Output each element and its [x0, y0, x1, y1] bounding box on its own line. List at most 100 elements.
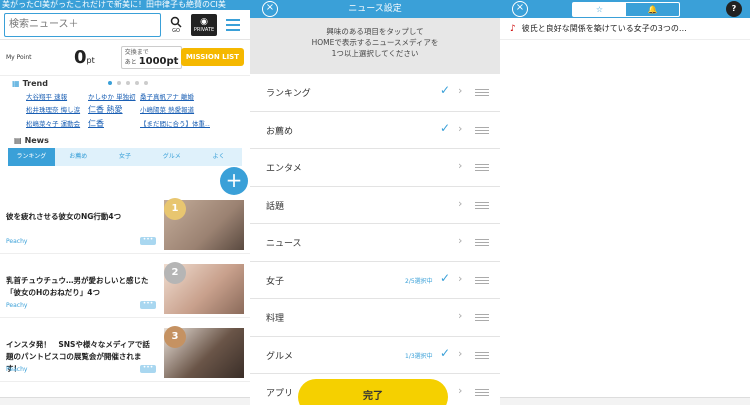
settings-title: ニュース設定	[348, 4, 402, 14]
exchange-info: 交換まで あと 1000pt	[120, 46, 183, 69]
trend-item[interactable]: かしゆか 単独初	[88, 91, 136, 101]
drag-handle-icon[interactable]	[475, 276, 489, 286]
saved-footer	[500, 397, 750, 405]
trend-header: ▦ Trend	[0, 76, 250, 90]
article-title: インスタ発！ SNSや様々なメディアで話題のパントビスコの展覧会が開催されます！	[6, 340, 150, 373]
article-item[interactable]: 彼を疲れさせる彼女のNG行動4つ Peachy ••• 1	[0, 196, 250, 254]
trend-item[interactable]: 仁香	[88, 118, 136, 129]
settings-header: × ニュース設定	[250, 0, 500, 18]
saved-header: × ☆ 🔔 ?	[500, 0, 750, 18]
drag-handle-icon[interactable]	[475, 164, 489, 173]
rank-badge: 2	[164, 262, 186, 284]
check-icon: ✓	[440, 83, 451, 97]
tab-gourmet[interactable]: グルメ	[148, 148, 195, 166]
selection-count: 1/3選択中	[405, 352, 433, 360]
drag-handle-icon[interactable]	[475, 314, 489, 323]
bookmark-icon: ♪	[510, 23, 516, 34]
trend-pager-dots[interactable]	[107, 81, 148, 85]
trend-item[interactable]: 仁香 熱愛	[88, 104, 136, 115]
chevron-right-icon[interactable]: ›	[458, 159, 462, 172]
notifications-tab[interactable]: 🔔	[626, 3, 679, 16]
article-item[interactable]: 乳首チュウチュウ…男が愛おしいと感じた「彼女のHのおねだり」4つ Peachy …	[0, 260, 250, 318]
chevron-right-icon[interactable]: ›	[458, 347, 462, 360]
check-icon: ✓	[440, 270, 451, 285]
news-home-panel: 美がったCI美がったこれだけで新美に！田中律子も絶賛のCI美 GO ◉ PRIV…	[0, 0, 250, 405]
news-settings-panel: × ニュース設定 興味のある項目をタップして HOMEで表示するニュースメディア…	[250, 0, 500, 405]
search-icon	[170, 16, 182, 28]
settings-item[interactable]: 話題 ›	[250, 186, 500, 224]
trend-item[interactable]: 桑子真帆アナ 離婚	[140, 91, 210, 101]
drag-handle-icon[interactable]	[475, 351, 489, 361]
chevron-right-icon[interactable]: ›	[458, 234, 462, 247]
chevron-right-icon[interactable]: ›	[458, 84, 462, 97]
trend-item[interactable]: 大谷翔平 速報	[26, 91, 84, 101]
bottom-nav[interactable]	[0, 397, 250, 405]
private-button[interactable]: ◉ PRIVATE	[191, 13, 217, 36]
chevron-right-icon[interactable]: ›	[458, 272, 462, 285]
article-more-button[interactable]: •••	[140, 237, 156, 245]
drag-handle-icon[interactable]	[475, 126, 489, 136]
settings-item[interactable]: グルメ 1/3選択中 ✓ ›	[250, 336, 500, 374]
search-bar: GO ◉ PRIVATE	[0, 10, 250, 40]
settings-item-label: 女子	[266, 276, 285, 287]
help-icon[interactable]: ?	[726, 1, 742, 17]
trend-item[interactable]: 松井珠理奈 悔し涙	[26, 104, 84, 115]
search-input[interactable]	[4, 12, 161, 37]
settings-item-label: グルメ	[266, 351, 294, 362]
chevron-right-icon[interactable]: ›	[458, 384, 462, 397]
settings-item-label: 話題	[266, 201, 285, 212]
done-button[interactable]: 完了	[298, 379, 448, 405]
my-point-label: My Point	[6, 53, 32, 61]
saved-article-title: 彼氏と良好な関係を築けている女子の3つの…	[521, 24, 687, 33]
article-item[interactable]: インスタ発！ SNSや様々なメディアで話題のパントビスコの展覧会が開催されます！…	[0, 324, 250, 382]
trend-item[interactable]: 小嶋陽菜 熱愛報道	[140, 104, 210, 115]
saved-article-item[interactable]: ♪ 彼氏と良好な関係を築けている女子の3つの…	[500, 18, 750, 40]
settings-item-label: ニュース	[266, 239, 302, 249]
close-icon[interactable]: ×	[262, 1, 278, 17]
settings-item-label: ランキング	[266, 89, 311, 99]
trend-icon: ▦	[12, 78, 20, 88]
settings-item[interactable]: エンタメ ›	[250, 149, 500, 187]
chevron-right-icon[interactable]: ›	[458, 197, 462, 210]
category-tabs: ランキング お薦め 女子 グルメ よく	[8, 148, 242, 166]
headline-ticker[interactable]: 美がったCI美がったこれだけで新美に！田中律子も絶賛のCI美	[0, 0, 250, 10]
settings-item[interactable]: お薦め ✓ ›	[250, 111, 500, 149]
chevron-right-icon[interactable]: ›	[458, 309, 462, 322]
settings-item[interactable]: ランキング ✓ ›	[250, 74, 500, 112]
settings-item-label: お薦め	[266, 126, 294, 137]
tab-recommended[interactable]: お薦め	[55, 148, 102, 166]
settings-item[interactable]: 女子 2/5選択中 ✓ ›	[250, 261, 500, 299]
close-icon[interactable]: ×	[512, 1, 528, 17]
tab-more[interactable]: よく	[195, 148, 242, 166]
add-tab-button[interactable]: +	[220, 167, 248, 195]
chevron-right-icon[interactable]: ›	[458, 122, 462, 135]
menu-icon[interactable]	[221, 18, 245, 31]
tab-ranking[interactable]: ランキング	[8, 148, 55, 166]
article-more-button[interactable]: •••	[140, 365, 156, 373]
drag-handle-icon[interactable]	[475, 201, 489, 211]
drag-handle-icon[interactable]	[475, 89, 489, 98]
article-source: Peachy	[6, 302, 28, 309]
settings-item[interactable]: ニュース ›	[250, 224, 500, 262]
news-icon: ▤	[14, 136, 22, 145]
trend-item[interactable]: 松嶋菜々子 運動会	[26, 118, 84, 129]
settings-instruction: 興味のある項目をタップして HOMEで表示するニュースメディアを 1つ以上選択し…	[250, 18, 500, 74]
settings-item[interactable]: 料理 ›	[250, 299, 500, 337]
drag-handle-icon[interactable]	[475, 239, 489, 248]
mission-list-button[interactable]: MISSION LIST	[180, 48, 244, 66]
rank-badge: 3	[164, 326, 186, 348]
check-icon: ✓	[440, 345, 451, 360]
trend-ad[interactable]: 【まだ間に合う】体重...｜広告	[140, 118, 210, 129]
favorites-tab[interactable]: ☆	[573, 3, 626, 16]
points-value: 0pt	[74, 47, 95, 68]
private-icon: ◉	[200, 16, 208, 27]
points-bar: My Point 0pt 交換まで あと 1000pt MISSION LIST	[0, 40, 250, 76]
tab-women[interactable]: 女子	[102, 148, 149, 166]
article-source: Peachy	[6, 238, 28, 245]
saved-panel: × ☆ 🔔 ? ♪ 彼氏と良好な関係を築けている女子の3つの…	[500, 0, 750, 405]
saved-segment-control: ☆ 🔔	[572, 2, 680, 17]
article-more-button[interactable]: •••	[140, 301, 156, 309]
search-go-button[interactable]: GO	[165, 14, 187, 36]
drag-handle-icon[interactable]	[475, 389, 489, 398]
rank-badge: 1	[164, 198, 186, 220]
